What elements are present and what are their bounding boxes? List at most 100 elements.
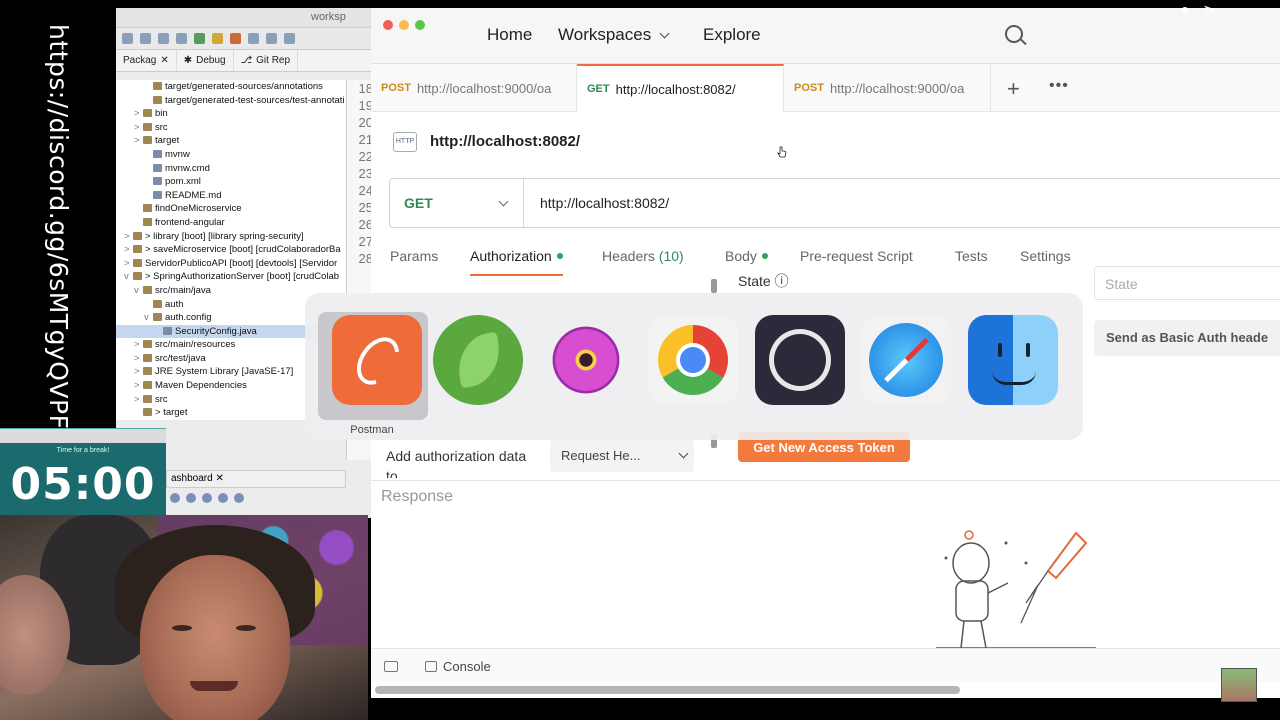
request-name[interactable]: http://localhost:8082/ (430, 133, 580, 150)
tab-body[interactable]: Body (725, 248, 768, 264)
toolbar-step-over-icon[interactable] (266, 33, 277, 44)
tree-twisty-icon[interactable]: > (134, 393, 143, 407)
tab-git-repositories[interactable]: ⎇ Git Rep (234, 50, 299, 71)
discord-overlay: https://discord.gg/6sMTgyQVPF (0, 0, 118, 430)
tab-package-explorer[interactable]: Packag ✕ (116, 50, 177, 71)
tree-item[interactable]: mvnw (116, 148, 346, 162)
close-icon[interactable]: ✕ (160, 55, 168, 66)
postman-footer: Console (371, 648, 1280, 682)
close-window-button[interactable] (383, 20, 393, 30)
search-icon[interactable] (1005, 25, 1023, 43)
tree-twisty-icon[interactable]: > (134, 121, 143, 135)
line-number: 28 (358, 251, 373, 266)
request-tab-3[interactable]: POST http://localhost:9000/oa (784, 64, 991, 112)
app-switcher: Postman (305, 293, 1083, 440)
tree-item[interactable]: > target (116, 134, 346, 148)
url-input[interactable]: http://localhost:8082/ (540, 195, 669, 211)
state-label: State ⓘ (738, 273, 789, 289)
close-icon[interactable]: ✕ (215, 473, 223, 484)
toolbar-step-return-icon[interactable] (284, 33, 295, 44)
tree-twisty-icon[interactable]: > (124, 230, 133, 244)
sidebar-toggle-icon[interactable] (384, 661, 398, 672)
tree-twisty-icon[interactable]: > (134, 352, 143, 366)
tree-item[interactable]: README.md (116, 189, 346, 203)
tree-item[interactable]: > ServidorPublicoAPI [boot] [devtools] [S… (116, 257, 346, 271)
flower-app-icon[interactable] (541, 315, 631, 405)
horizontal-scrollbar[interactable] (375, 686, 960, 694)
boot-dashboard-tab[interactable]: ashboard ✕ (166, 470, 346, 488)
request-tab-1[interactable]: POST http://localhost:9000/oa (371, 64, 577, 112)
tab-params[interactable]: Params (390, 248, 438, 264)
toolbar-save-icon[interactable] (140, 33, 151, 44)
file-icon (153, 190, 162, 199)
state-input[interactable]: State (1094, 266, 1280, 300)
tree-item[interactable]: > > library [boot] [library spring-securi… (116, 230, 346, 244)
add-auth-data-select[interactable]: Request He... (550, 440, 694, 472)
tree-item[interactable]: target/generated-test-sources/test-annot… (116, 94, 346, 108)
tree-item[interactable]: > > saveMicroservice [boot] [crudColabora… (116, 243, 346, 257)
tree-item[interactable]: > bin (116, 107, 346, 121)
tree-item[interactable]: v > SpringAuthorizationServer [boot] [cru… (116, 270, 346, 284)
tree-item[interactable]: > src (116, 121, 346, 135)
console-icon[interactable] (425, 661, 437, 672)
new-tab-button[interactable]: + (1007, 76, 1020, 102)
tree-twisty-icon[interactable]: > (134, 379, 143, 393)
console-icon[interactable] (218, 493, 228, 503)
safari-app-icon[interactable] (861, 315, 951, 405)
obs-app-icon[interactable] (755, 315, 845, 405)
line-number: 18 (358, 81, 373, 96)
tab-settings[interactable]: Settings (1020, 248, 1071, 264)
tab-authorization[interactable]: Authorization (470, 248, 563, 276)
nav-home[interactable]: Home (487, 25, 532, 45)
tree-twisty-icon[interactable]: > (134, 134, 143, 148)
chrome-app-icon[interactable] (648, 315, 738, 405)
tab-headers[interactable]: Headers (10) (602, 248, 684, 264)
postman-app-icon[interactable] (332, 315, 422, 405)
tree-item[interactable]: frontend-angular (116, 216, 346, 230)
toolbar-new-icon[interactable] (122, 33, 133, 44)
maximize-window-button[interactable] (415, 20, 425, 30)
response-divider[interactable] (371, 480, 1280, 481)
tree-twisty-icon[interactable]: > (134, 107, 143, 121)
tree-twisty-icon[interactable]: > (134, 365, 143, 379)
tree-item[interactable]: target/generated-sources/annotations (116, 80, 346, 94)
nav-explore[interactable]: Explore (703, 25, 761, 45)
nav-workspaces[interactable]: Workspaces (558, 25, 670, 45)
toolbar-print-icon[interactable] (158, 33, 169, 44)
tree-item[interactable]: findOneMicroservice (116, 202, 346, 216)
tree-item[interactable]: pom.xml (116, 175, 346, 189)
settings-icon[interactable] (234, 493, 244, 503)
panel-resize-handle[interactable] (711, 279, 717, 293)
start-icon[interactable] (170, 493, 180, 503)
spring-app-icon[interactable] (433, 315, 523, 405)
toolbar-stop-icon[interactable] (230, 33, 241, 44)
tree-item-label: auth.config (165, 312, 212, 324)
tab-debug[interactable]: ✱ Debug (177, 50, 234, 71)
toolbar-pause-icon[interactable] (212, 33, 223, 44)
request-tabs: POST http://localhost:9000/oa GET http://l… (371, 64, 1280, 112)
toolbar-debug-icon[interactable] (176, 33, 187, 44)
toolbar-step-icon[interactable] (248, 33, 259, 44)
tree-twisty-icon[interactable]: > (124, 243, 133, 257)
request-tab-2[interactable]: GET http://localhost:8082/ (577, 64, 784, 112)
console-button[interactable]: Console (443, 659, 491, 674)
tree-item-label: mvnw.cmd (165, 162, 210, 174)
mouse-cursor-icon (777, 146, 787, 158)
finder-app-icon[interactable] (968, 315, 1058, 405)
tree-twisty-icon[interactable]: v (134, 284, 143, 298)
tree-item[interactable]: mvnw.cmd (116, 162, 346, 176)
tree-twisty-icon[interactable]: v (144, 311, 153, 325)
tab-prerequest-script[interactable]: Pre-request Script (800, 248, 913, 264)
timer-header (0, 429, 166, 443)
toolbar-resume-icon[interactable] (194, 33, 205, 44)
debug-icon[interactable] (186, 493, 196, 503)
minimize-window-button[interactable] (399, 20, 409, 30)
more-tabs-button[interactable]: ••• (1049, 77, 1069, 95)
method-select[interactable]: GET (390, 179, 524, 227)
tree-twisty-icon[interactable]: v (124, 270, 133, 284)
tree-twisty-icon[interactable]: > (124, 257, 133, 271)
stop-icon[interactable] (202, 493, 212, 503)
send-as-basic-auth-select[interactable]: Send as Basic Auth heade (1094, 320, 1280, 356)
tree-twisty-icon[interactable]: > (134, 338, 143, 352)
tab-tests[interactable]: Tests (955, 248, 988, 264)
